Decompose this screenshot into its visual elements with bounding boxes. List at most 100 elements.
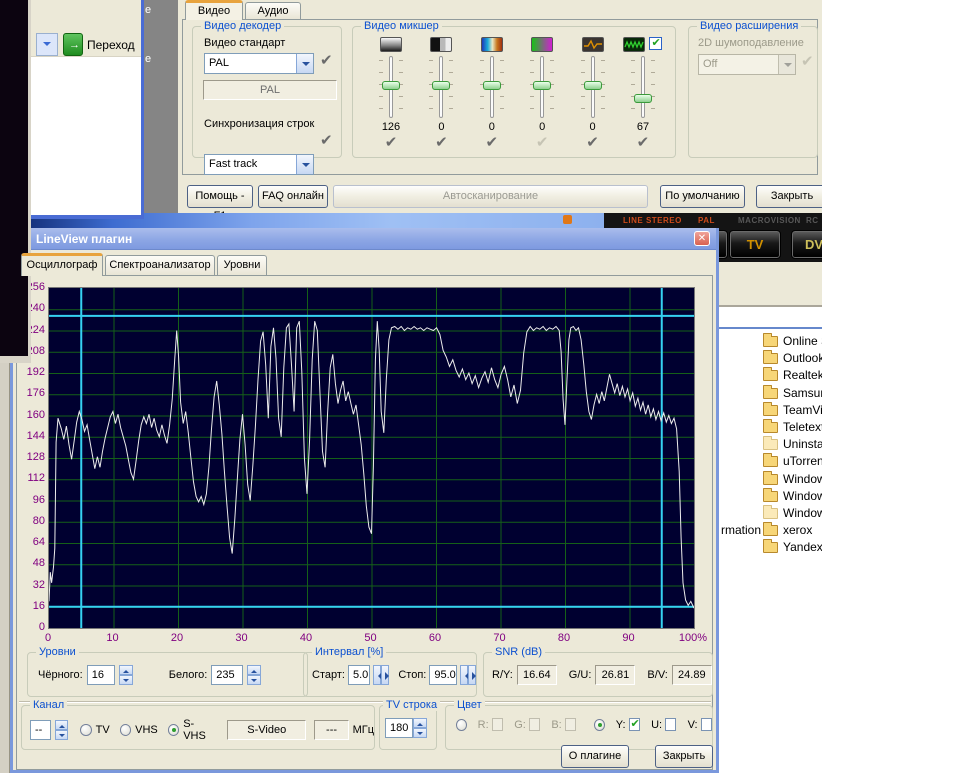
close-icon[interactable]: ✕ <box>694 231 710 246</box>
folder-item[interactable]: Window <box>719 470 822 487</box>
folder-label: Realtek <box>783 368 822 382</box>
close-dialog-button[interactable]: Закрыть <box>756 185 822 208</box>
about-plugin-button[interactable]: О плагине <box>561 745 629 768</box>
folder-icon <box>763 353 778 364</box>
apply-check-icon[interactable]: ✔ <box>637 133 650 151</box>
video-decoder-group: Видео декодер Видео стандарт PAL ✔ PAL С… <box>192 26 342 158</box>
titlebar-app-icon <box>563 215 572 224</box>
video-standard-select[interactable]: PAL <box>204 53 314 74</box>
autoscan-button-label: Автосканирование <box>443 190 538 202</box>
video-standard-display: PAL <box>203 80 337 100</box>
contrast-slider[interactable] <box>426 56 456 118</box>
black-level-input[interactable]: 16 <box>87 665 115 685</box>
folder-item[interactable]: Realtek <box>719 366 822 383</box>
skin-status-line-stereo: LINE STEREO <box>623 216 682 225</box>
tab-audio[interactable]: Аудио <box>245 2 301 20</box>
radio-tv-label: TV <box>96 724 110 736</box>
folder-item[interactable]: Uninstal <box>719 435 822 452</box>
color-y-checkbox[interactable] <box>629 718 640 731</box>
video-input-display: S-Video <box>227 720 307 740</box>
go-label[interactable]: Переход <box>87 38 135 52</box>
apply-check-icon[interactable]: ✔ <box>385 133 398 151</box>
folder-label: Uninstal <box>783 437 822 451</box>
contrast-icon <box>430 37 452 52</box>
color-v-checkbox[interactable] <box>701 718 712 731</box>
sync-select[interactable]: Fast track <box>204 154 314 175</box>
hue-value: 0 <box>539 121 545 133</box>
tab-audio-label: Аудио <box>257 5 288 17</box>
autoscan-button: Автосканирование <box>333 185 648 208</box>
folder-item[interactable]: Window <box>719 487 822 504</box>
white-level-spinner[interactable] <box>247 665 261 685</box>
tv-line-spinner[interactable] <box>413 718 427 738</box>
tab-spectrum-analyzer[interactable]: Спектроанализатор <box>105 255 215 276</box>
apply-check-icon[interactable]: ✔ <box>435 133 448 151</box>
tv-skin-button[interactable]: TV <box>730 231 780 258</box>
y-tick-label: 176 <box>13 387 45 399</box>
radio-yuv[interactable] <box>594 719 605 731</box>
white-level-input[interactable]: 235 <box>211 665 243 685</box>
clipped-column-text: rmation <box>721 523 761 537</box>
chevron-down-icon[interactable] <box>296 54 313 73</box>
folder-item[interactable]: Teletext <box>719 418 822 435</box>
folder-item[interactable]: Samsung <box>719 384 822 401</box>
radio-vhs[interactable] <box>120 724 131 736</box>
apply-check-icon[interactable]: ✔ <box>485 133 498 151</box>
interval-start-input[interactable]: 5.0 <box>348 665 370 685</box>
apply-check-icon[interactable]: ✔ <box>586 133 599 151</box>
close-plugin-button[interactable]: Закрыть <box>655 745 713 768</box>
black-level-spinner[interactable] <box>119 665 133 685</box>
channel-spinner[interactable] <box>55 720 68 740</box>
white-level-value: 235 <box>216 669 234 681</box>
interval-start-arrows[interactable] <box>373 665 389 685</box>
folder-item[interactable]: Online S <box>719 332 822 349</box>
address-dropdown-button[interactable] <box>36 33 58 56</box>
radio-tv[interactable] <box>80 724 91 736</box>
defaults-button[interactable]: По умолчанию <box>660 185 745 208</box>
video-mixer-title: Видео микшер <box>361 20 442 32</box>
saturation-slider[interactable] <box>477 56 507 118</box>
sharpness-slider[interactable] <box>578 56 608 118</box>
y-tick-label: 160 <box>13 409 45 421</box>
interval-stop-arrows[interactable] <box>460 665 476 685</box>
color-group-title: Цвет <box>454 699 485 711</box>
comb-filter-value: 67 <box>637 121 649 133</box>
folder-label: Outlook <box>783 351 822 365</box>
tab-oscillograph[interactable]: Осциллограф <box>21 253 103 276</box>
faq-button[interactable]: FAQ онлайн <box>258 185 328 208</box>
comb-filter-checkbox[interactable] <box>649 37 662 50</box>
brightness-slider[interactable] <box>376 56 406 118</box>
radio-svhs[interactable] <box>168 724 179 736</box>
about-plugin-button-label: О плагине <box>569 750 621 762</box>
tab-levels[interactable]: Уровни <box>217 255 267 276</box>
folder-item[interactable]: rmationxerox <box>719 521 822 538</box>
help-button[interactable]: Помощь - F1 <box>187 185 253 208</box>
apply-check-icon[interactable]: ✔ <box>320 131 333 149</box>
lineview-titlebar[interactable]: LineView плагин ✕ <box>13 228 716 250</box>
channel-value: -- <box>35 724 42 736</box>
folder-item[interactable]: TeamVie <box>719 401 822 418</box>
chevron-down-icon[interactable] <box>296 155 313 174</box>
tab-video[interactable]: Видео <box>185 0 243 20</box>
folder-item[interactable]: Window <box>719 504 822 521</box>
tv-line-input[interactable]: 180 <box>385 718 413 738</box>
color-u-checkbox[interactable] <box>665 718 676 731</box>
snr-bv-value: 24.89 <box>672 665 712 685</box>
snr-gu-value: 26.81 <box>595 665 635 685</box>
interval-stop-input[interactable]: 95.0 <box>429 665 456 685</box>
folder-icon <box>763 388 778 399</box>
channel-input[interactable]: -- <box>30 720 51 740</box>
hue-slider[interactable] <box>527 56 557 118</box>
folder-item[interactable]: Yandex <box>719 538 822 555</box>
brightness-icon <box>380 37 402 52</box>
comb-filter-slider-column: 67 ✔ <box>619 37 667 151</box>
folder-item[interactable]: Outlook <box>719 349 822 366</box>
dv-skin-button[interactable]: DV <box>792 231 822 258</box>
comb-filter-slider[interactable] <box>628 56 658 118</box>
folder-item[interactable]: uTorren <box>719 452 822 469</box>
close-glyph: ✕ <box>698 233 706 244</box>
radio-rgb[interactable] <box>456 719 467 731</box>
go-button[interactable]: → <box>63 33 83 56</box>
interval-group-title: Интервал [%] <box>312 646 386 658</box>
apply-check-icon[interactable]: ✔ <box>320 51 333 69</box>
